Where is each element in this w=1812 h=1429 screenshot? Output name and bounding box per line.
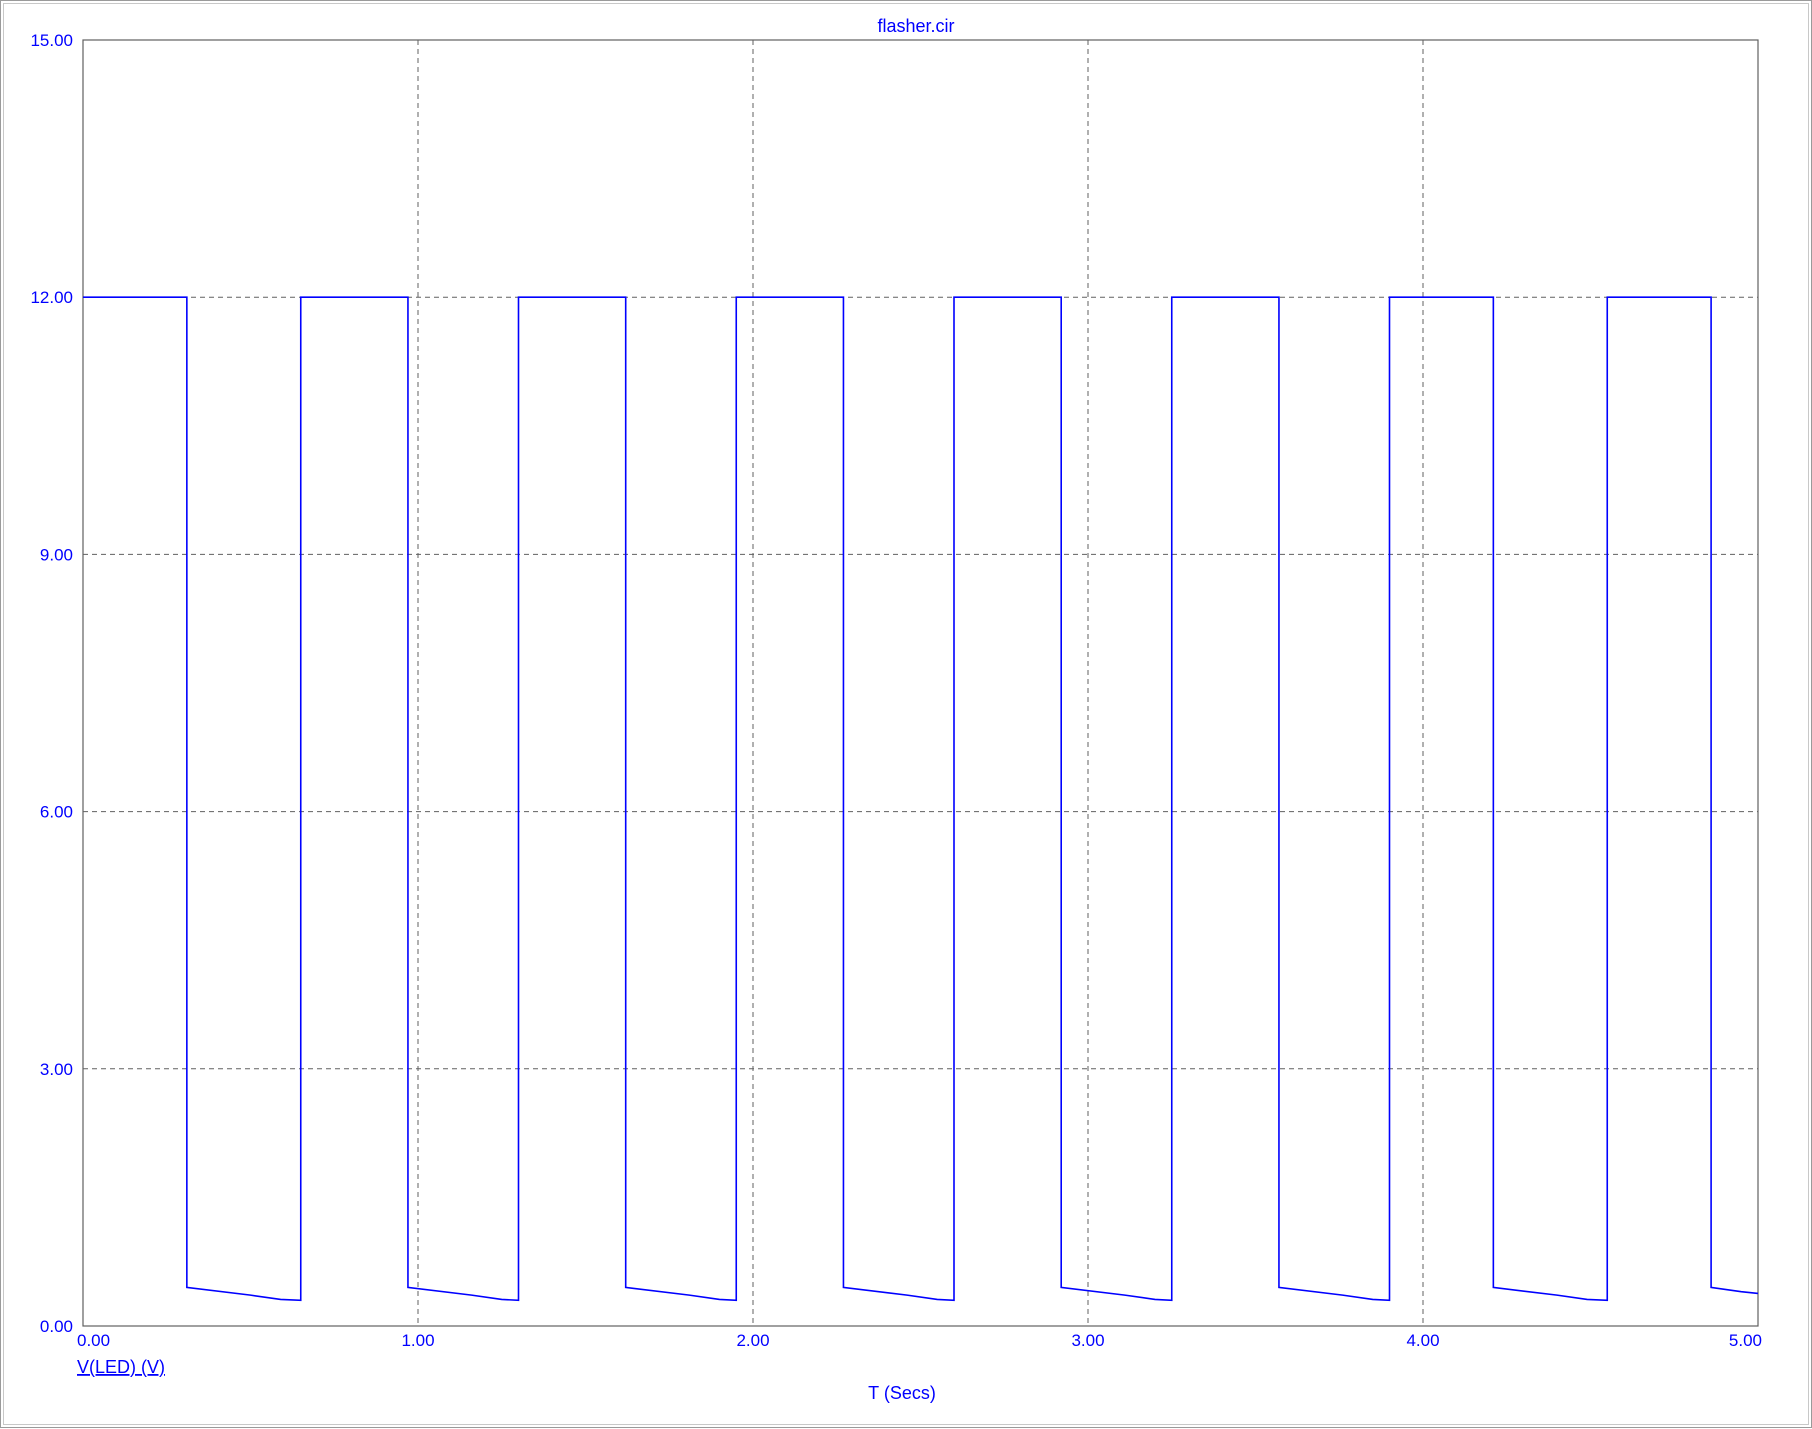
- waveform-plot: 0.00 1.00 2.00 3.00 4.00 5.00 0.00 3.00 6.00 9.00…: [30, 16, 1762, 1403]
- y-tick-label: 12.00: [30, 288, 73, 307]
- legend-entry-v-led[interactable]: V(LED) (V): [77, 1357, 165, 1377]
- plot-area: [82, 39, 1759, 1327]
- y-tick-label: 3.00: [40, 1060, 73, 1079]
- x-tick-label: 2.00: [736, 1331, 769, 1350]
- x-tick-label: 1.00: [401, 1331, 434, 1350]
- x-axis-label: T (Secs): [868, 1383, 936, 1403]
- y-tick-label: 15.00: [30, 31, 73, 50]
- x-tick-label: 4.00: [1406, 1331, 1439, 1350]
- y-tick-label: 0.00: [40, 1317, 73, 1336]
- grid: [83, 40, 1758, 1326]
- x-tick-label: 5.00: [1729, 1331, 1762, 1350]
- plot-window: 0.00 1.00 2.00 3.00 4.00 5.00 0.00 3.00 6.00 9.00…: [0, 0, 1812, 1428]
- series-line-0: [83, 296, 1759, 1302]
- trace-layer: [83, 296, 1759, 1302]
- x-tick-label: 3.00: [1071, 1331, 1104, 1350]
- y-tick-label: 9.00: [40, 545, 73, 564]
- chart-title: flasher.cir: [877, 16, 954, 36]
- x-tick-label: 0.00: [77, 1331, 110, 1350]
- tick-labels: 0.00 1.00 2.00 3.00 4.00 5.00 0.00 3.00 6.00 9.00…: [30, 31, 1762, 1350]
- y-tick-label: 6.00: [40, 803, 73, 822]
